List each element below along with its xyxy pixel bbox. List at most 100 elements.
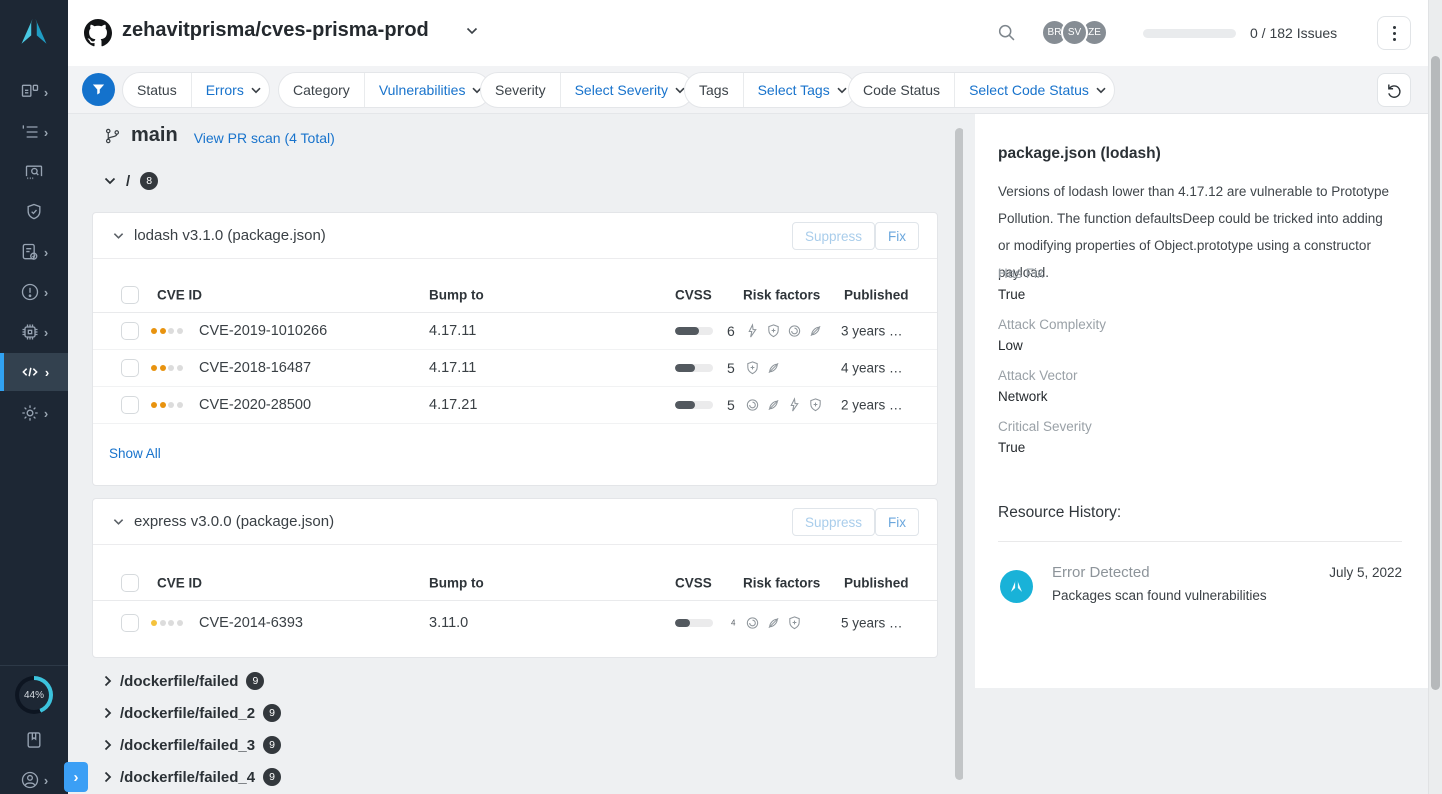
table-row[interactable]: CVE-2020-28500 4.17.21 5 2 years … [93, 387, 937, 424]
fix-button[interactable]: Fix [875, 222, 919, 250]
sidebar: › › › › › › › [0, 0, 68, 794]
filter-value-dropdown[interactable]: Select Severity [561, 82, 693, 98]
risk-dos-icon [787, 324, 802, 339]
folder-row[interactable]: /dockerfile/failed_4 9 [104, 762, 281, 792]
row-checkbox[interactable] [121, 396, 139, 414]
folder-row[interactable]: /dockerfile/failed_2 9 [104, 698, 281, 728]
severity-dots [151, 328, 183, 334]
sidebar-item-resource-explorer[interactable] [0, 152, 68, 192]
chevron-right-icon [104, 771, 112, 783]
reset-filters-button[interactable] [1377, 73, 1411, 107]
chevron-right-icon: › [45, 366, 49, 379]
bump-to-version: 4.17.11 [429, 323, 476, 339]
column-header: CVSS [675, 287, 712, 302]
github-icon [84, 19, 112, 47]
filter-value-dropdown[interactable]: Vulnerabilities [365, 82, 491, 98]
risk-vector-icon [766, 615, 781, 630]
policy-doc-icon [20, 242, 40, 262]
table-row[interactable]: CVE-2019-1010266 4.17.11 6 3 years … [93, 313, 937, 350]
package-card-lodash: lodash v3.1.0 (package.json) Suppress Fi… [92, 212, 938, 486]
filter-value: Select Tags [758, 82, 830, 98]
page-scrollbar-thumb[interactable] [1431, 56, 1440, 690]
cvss-bar [675, 401, 713, 409]
field-value: True [998, 287, 1044, 302]
boards-icon [20, 82, 40, 102]
person-circle-icon [20, 770, 40, 790]
folder-row[interactable]: /dockerfile/failed 9 [104, 666, 264, 696]
row-checkbox[interactable] [121, 359, 139, 377]
folder-name: /dockerfile/failed_3 [120, 737, 255, 754]
select-all-checkbox[interactable] [121, 574, 139, 592]
bump-to-version: 3.11.0 [429, 615, 468, 631]
cvss-bar [675, 327, 713, 335]
chevron-right-icon: › [44, 286, 48, 299]
bump-to-version: 4.17.21 [429, 397, 477, 413]
chevron-down-icon [251, 87, 261, 94]
search-button[interactable] [996, 22, 1017, 43]
sidebar-expand-button[interactable]: › [64, 762, 88, 792]
cvss-bar [675, 619, 713, 627]
cve-id[interactable]: CVE-2020-28500 [199, 397, 311, 413]
risk-factors [745, 398, 823, 413]
branch-row: main View PR scan (4 Total) [104, 124, 335, 147]
chevron-down-icon[interactable] [466, 27, 478, 35]
usage-progress-ring: 44% [15, 676, 53, 714]
row-checkbox[interactable] [121, 614, 139, 632]
chevron-down-icon [1096, 87, 1106, 94]
cve-id[interactable]: CVE-2018-16487 [199, 360, 311, 376]
cve-id[interactable]: CVE-2014-6393 [199, 615, 303, 631]
view-pr-scan-link[interactable]: View PR scan (4 Total) [194, 130, 335, 146]
risk-shield-icon [787, 615, 802, 630]
gear-icon [20, 403, 40, 423]
audit-log-icon [20, 122, 40, 142]
table-row[interactable]: CVE-2014-6393 3.11.0 4 5 years … [93, 604, 937, 641]
filter-label: Severity [481, 73, 561, 107]
sidebar-item-incidents[interactable]: › [0, 272, 68, 312]
show-all-link[interactable]: Show All [109, 446, 161, 461]
filter-value-dropdown[interactable]: Select Tags [744, 82, 855, 98]
main-scrollbar-thumb[interactable] [955, 128, 963, 780]
details-title: package.json (lodash) [998, 145, 1161, 163]
filter-button[interactable] [82, 73, 115, 106]
page-scrollbar[interactable] [1428, 0, 1442, 794]
top-header: zehavitprisma/cves-prisma-prod BR SV ZE … [68, 0, 1442, 66]
cvss-score: 6 [727, 323, 735, 339]
chevron-down-icon [113, 232, 124, 240]
sidebar-item-account[interactable]: › [0, 760, 68, 794]
chevron-right-icon: › [44, 774, 48, 787]
issues-progress-bar [1143, 29, 1236, 38]
chevron-right-icon: › [44, 246, 48, 259]
avatar[interactable]: SV [1061, 19, 1088, 46]
column-header: Published [844, 287, 909, 302]
cve-id[interactable]: CVE-2019-1010266 [199, 323, 327, 339]
sidebar-item-policies[interactable]: › [0, 232, 68, 272]
suppress-button[interactable]: Suppress [792, 222, 875, 250]
sidebar-item-supply-chain[interactable]: › [0, 312, 68, 352]
branch-name: main [131, 124, 178, 147]
sidebar-item-docs[interactable] [0, 720, 68, 760]
filter-value: Select Severity [575, 82, 668, 98]
root-folder-row[interactable]: / 8 [104, 172, 158, 190]
folder-row[interactable]: /dockerfile/failed_3 9 [104, 730, 281, 760]
sidebar-item-boards[interactable]: › [0, 72, 68, 112]
package-card-header[interactable]: express v3.0.0 (package.json) Suppress F… [93, 499, 937, 545]
severity-dots [151, 620, 183, 626]
sidebar-item-compliance[interactable] [0, 192, 68, 232]
suppress-button[interactable]: Suppress [792, 508, 875, 536]
bridgecrew-logo-icon[interactable] [14, 13, 54, 55]
select-all-checkbox[interactable] [121, 286, 139, 304]
risk-exploit-icon [745, 324, 760, 339]
sidebar-item-audit-log[interactable]: › [0, 112, 68, 152]
fix-button[interactable]: Fix [875, 508, 919, 536]
kebab-icon [1393, 26, 1396, 41]
package-title: express v3.0.0 (package.json) [134, 513, 334, 530]
event-description: Packages scan found vulnerabilities [1052, 588, 1267, 603]
sidebar-item-code-security[interactable]: › [0, 353, 68, 391]
table-row[interactable]: CVE-2018-16487 4.17.11 5 4 years … [93, 350, 937, 387]
filter-value-dropdown[interactable]: Select Code Status [955, 82, 1114, 98]
more-menu-button[interactable] [1377, 16, 1411, 50]
filter-value-dropdown[interactable]: Errors [192, 82, 269, 98]
row-checkbox[interactable] [121, 322, 139, 340]
sidebar-item-settings[interactable]: › [0, 393, 68, 433]
package-card-header[interactable]: lodash v3.1.0 (package.json) Suppress Fi… [93, 213, 937, 259]
